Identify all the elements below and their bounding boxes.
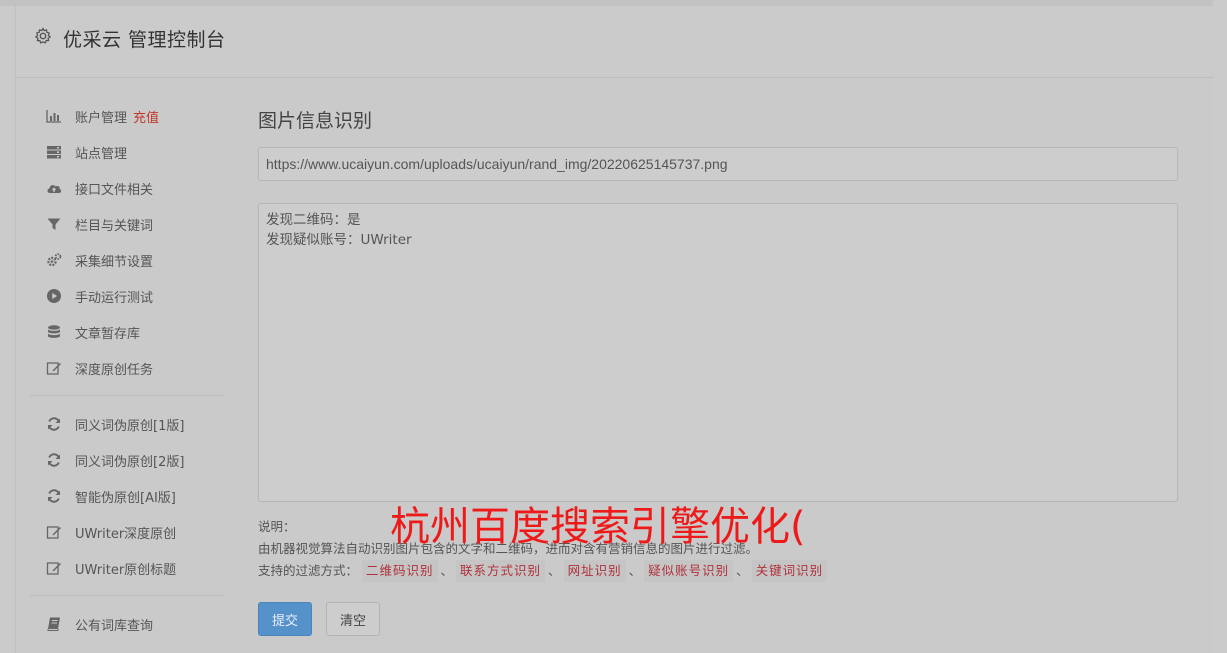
header-bar: 优采云 管理控制台 <box>16 6 1214 78</box>
gear-icon <box>34 27 52 45</box>
filter-separator: 、 <box>440 563 454 578</box>
server-icon <box>45 144 63 160</box>
sidebar-item-label: 账户管理 <box>75 110 128 126</box>
sidebar-item-label: 栏目与关键词 <box>75 218 154 234</box>
cloud-upload-icon <box>45 180 63 196</box>
sidebar-item-article-store[interactable]: 文章暂存库 <box>30 314 225 350</box>
sidebar-item-deep-original-task[interactable]: 深度原创任务 <box>30 350 225 386</box>
filter-icon <box>45 216 63 232</box>
sidebar-item-label: 同义词伪原创[1版] <box>75 418 185 434</box>
sidebar-item-label: 手动运行测试 <box>75 290 154 306</box>
clear-button[interactable]: 清空 <box>326 602 380 636</box>
sidebar-item-label: 站点管理 <box>75 146 128 162</box>
submit-button[interactable]: 提交 <box>258 602 312 636</box>
cogs-icon <box>45 252 63 268</box>
refresh-icon <box>45 416 63 432</box>
database-icon <box>45 324 63 340</box>
sidebar-item-uwriter-title[interactable]: UWriter原创标题 <box>30 550 225 586</box>
bar-chart-icon <box>45 108 63 124</box>
sidebar-item-label: 公有词库查询 <box>75 618 154 634</box>
sidebar-item-label: 接口文件相关 <box>75 182 154 198</box>
sidebar-item-label: 深度原创任务 <box>75 362 154 378</box>
sidebar-item-collect-settings[interactable]: 采集细节设置 <box>30 242 225 278</box>
result-line: 发现疑似账号：UWriter <box>266 232 412 248</box>
sidebar-item-label: 文章暂存库 <box>75 326 141 342</box>
filter-tag: 二维码识别 <box>362 560 438 582</box>
filter-tag: 联系方式识别 <box>456 560 546 582</box>
sidebar-item-label: 采集细节设置 <box>75 254 154 270</box>
sidebar-item-columns[interactable]: 栏目与关键词 <box>30 206 225 242</box>
filter-tag: 疑似账号识别 <box>644 560 734 582</box>
sidebar-nav: 账户管理 充值 站点管理 接口文件相关 栏目与关键词 采集细节设置 手动运行测试… <box>30 98 225 642</box>
right-gutter <box>1213 0 1227 653</box>
image-url-input[interactable] <box>258 147 1178 181</box>
sidebar-item-account[interactable]: 账户管理 充值 <box>30 98 225 134</box>
sidebar-item-interface[interactable]: 接口文件相关 <box>30 170 225 206</box>
refresh-icon <box>45 488 63 504</box>
edit-icon <box>45 524 63 540</box>
filter-separator: 、 <box>628 563 642 578</box>
sidebar-item-synonym-v1[interactable]: 同义词伪原创[1版] <box>30 406 225 442</box>
sidebar-divider <box>30 395 225 396</box>
app-title: 优采云 管理控制台 <box>63 29 226 51</box>
result-line: 发现二维码：是 <box>266 212 361 228</box>
filter-tag: 关键词识别 <box>751 560 828 582</box>
filter-separator: 、 <box>548 563 561 578</box>
sidebar-item-public-thesaurus[interactable]: 公有词库查询 <box>30 606 225 642</box>
console-panel: 优采云 管理控制台 账户管理 充值 站点管理 接口文件相关 栏目与关键词 采集细… <box>15 6 1214 653</box>
book-icon <box>45 616 63 632</box>
filter-methods: 支持的过滤方式： 二维码识别、联系方式识别、网址识别、疑似账号识别、关键词识别 <box>258 560 1178 582</box>
sidebar-item-label: UWriter深度原创 <box>75 526 177 542</box>
sidebar-item-label: 智能伪原创[AI版] <box>75 490 176 506</box>
sidebar-divider <box>30 595 225 596</box>
filter-separator: 、 <box>736 563 749 578</box>
recharge-link[interactable]: 充值 <box>133 107 159 126</box>
recognition-result-textarea[interactable]: 发现二维码：是 发现疑似账号：UWriter <box>258 203 1178 502</box>
play-circle-icon <box>45 288 63 304</box>
sidebar-item-site[interactable]: 站点管理 <box>30 134 225 170</box>
refresh-icon <box>45 452 63 468</box>
sidebar-item-label: 同义词伪原创[2版] <box>75 454 185 470</box>
sidebar-item-synonym-v2[interactable]: 同义词伪原创[2版] <box>30 442 225 478</box>
sidebar-item-ai-rewrite[interactable]: 智能伪原创[AI版] <box>30 478 225 514</box>
sidebar-item-label: UWriter原创标题 <box>75 562 177 578</box>
sidebar-item-uwriter-deep[interactable]: UWriter深度原创 <box>30 514 225 550</box>
filter-tag: 网址识别 <box>563 560 626 582</box>
filter-methods-label: 支持的过滤方式： <box>258 563 359 578</box>
main-content: 图片信息识别 发现二维码：是 发现疑似账号：UWriter 说明： 由机器视觉算… <box>258 106 1180 636</box>
page-title: 图片信息识别 <box>258 110 373 132</box>
watermark-overlay-text: 杭州百度搜索引擎优化( <box>390 504 806 550</box>
edit-icon <box>45 560 63 576</box>
edit-icon <box>45 360 63 376</box>
sidebar-item-manual-run[interactable]: 手动运行测试 <box>30 278 225 314</box>
